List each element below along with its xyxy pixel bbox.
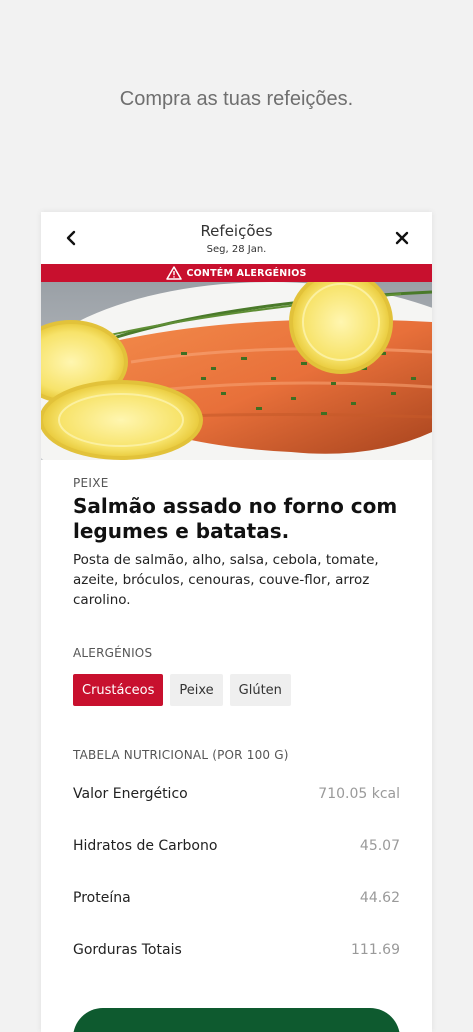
allergen-banner-label: CONTÉM ALERGÉNIOS [186,267,307,279]
close-button[interactable] [388,224,416,252]
nutrition-name: Gorduras Totais [73,942,182,958]
allergen-tag-crustaceos[interactable]: Crustáceos [73,674,164,706]
modal-title: Refeições [200,222,273,240]
nutrition-name: Valor Energético [73,786,188,802]
allergens-heading: ALERGÉNIOS [73,646,153,660]
nutrition-value: 710.05 kcal [318,786,400,802]
nutrition-name: Proteína [73,890,131,906]
allergen-tag-gluten[interactable]: Glúten [229,674,291,706]
meal-details: PEIXE Salmão assado no forno com legumes… [41,476,432,976]
nutrition-row: Gorduras Totais 111.69 [73,924,400,976]
meal-category: PEIXE [73,476,109,490]
tagline: Compra as tuas refeições. [119,88,354,110]
nutrition-value: 111.69 [351,942,400,958]
meal-description: Posta de salmão, alho, salsa, cebola, to… [73,552,379,608]
meal-title: Salmão assado no forno com legumes e bat… [73,494,398,543]
allergen-warning-banner: CONTÉM ALERGÉNIOS [41,264,432,282]
nutrition-table: Valor Energético 710.05 kcal Hidratos de… [73,768,400,976]
nutrition-heading: TABELA NUTRICIONAL (POR 100 G) [73,748,289,762]
warning-icon [166,266,183,280]
nutrition-row: Hidratos de Carbono 45.07 [73,820,400,872]
nutrition-value: 45.07 [359,838,400,854]
meal-detail-modal: Refeições Seg, 28 Jan. CONTÉM ALERGÉNIOS [41,212,432,1032]
nutrition-row: Proteína 44.62 [73,872,400,924]
nutrition-row: Valor Energético 710.05 kcal [73,768,400,820]
meal-photo [41,282,432,460]
allergen-tag-peixe[interactable]: Peixe [170,674,223,706]
nutrition-name: Hidratos de Carbono [73,838,218,854]
primary-action-button[interactable] [73,1008,400,1032]
modal-date: Seg, 28 Jan. [206,244,267,255]
nutrition-value: 44.62 [359,890,400,906]
close-icon [395,231,409,245]
allergen-tags: Crustáceos Peixe Glúten [73,674,400,706]
modal-header: Refeições Seg, 28 Jan. [41,212,432,264]
